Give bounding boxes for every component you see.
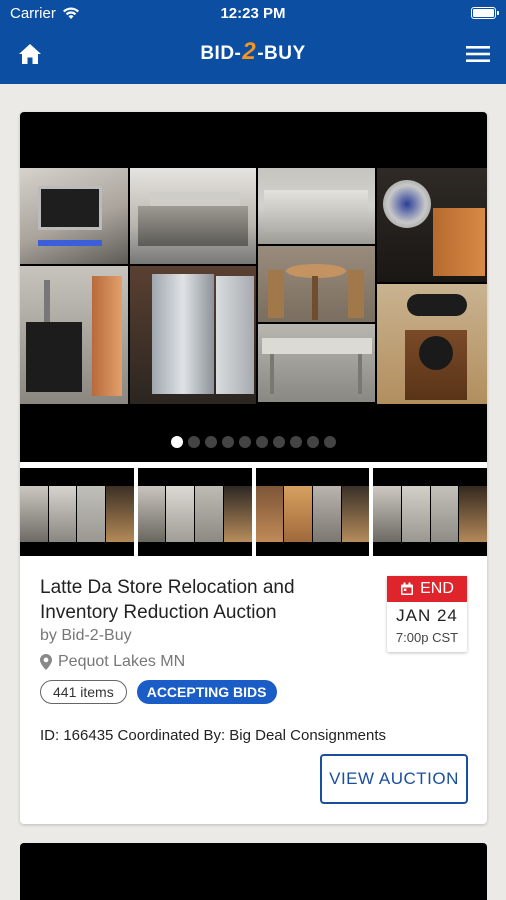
end-label: END (420, 580, 454, 597)
view-auction-button[interactable]: VIEW AUCTION (320, 754, 468, 804)
location-pin-icon (40, 654, 52, 670)
image-carousel[interactable] (20, 112, 487, 462)
carousel-dot-2[interactable] (188, 436, 200, 448)
thumbnail-4[interactable] (373, 468, 487, 556)
photo-column-4 (377, 168, 487, 404)
end-date-box: END JAN 24 7:00p CST (387, 576, 467, 652)
auction-title[interactable]: Latte Da Store Relocation and Inventory … (40, 575, 340, 625)
carousel-dot-5[interactable] (239, 436, 251, 448)
auction-location: Pequot Lakes MN (40, 653, 185, 671)
photo-column-1 (20, 168, 128, 404)
thumbnail-3[interactable] (255, 468, 370, 556)
clock: 12:23 PM (220, 5, 286, 22)
status-badge: ACCEPTING BIDS (136, 680, 277, 704)
photo-column-2 (130, 168, 256, 404)
calendar-icon (401, 582, 414, 595)
hamburger-menu-icon[interactable] (466, 45, 490, 63)
carousel-image[interactable] (20, 168, 487, 404)
next-auction-card[interactable] (20, 843, 487, 900)
carousel-indicators[interactable] (20, 436, 487, 448)
location-label: Pequot Lakes MN (58, 653, 186, 670)
end-time: 7:00p CST (395, 630, 459, 645)
item-count-badge: 441 items (40, 680, 127, 704)
thumbnail-strip[interactable] (20, 468, 487, 556)
logo-text-right: -BUY (257, 43, 306, 64)
auction-seller: by Bid-2-Buy (40, 627, 132, 644)
thumbnail-1[interactable] (20, 468, 134, 556)
logo-text-left: BID- (200, 43, 242, 64)
end-header: END (387, 576, 467, 602)
carousel-dot-7[interactable] (273, 436, 285, 448)
auction-meta: ID: 166435 Coordinated By: Big Deal Cons… (40, 727, 387, 744)
app-header: Carrier 12:23 PM BID-2-BUY (0, 0, 506, 84)
auction-card[interactable]: Latte Da Store Relocation and Inventory … (20, 112, 487, 824)
carousel-dot-9[interactable] (307, 436, 319, 448)
end-date: JAN 24 (387, 606, 467, 626)
carousel-dot-1[interactable] (171, 436, 183, 448)
carousel-dot-8[interactable] (290, 436, 302, 448)
carousel-dot-3[interactable] (205, 436, 217, 448)
auction-badges: 441 items ACCEPTING BIDS (40, 680, 277, 704)
end-month: JAN (396, 606, 432, 625)
carousel-dot-4[interactable] (222, 436, 234, 448)
carousel-dot-10[interactable] (324, 436, 336, 448)
app-logo: BID-2-BUY (0, 38, 506, 66)
end-day: 24 (436, 606, 458, 625)
thumbnail-2[interactable] (137, 468, 252, 556)
photo-column-3 (258, 168, 375, 404)
status-bar: Carrier 12:23 PM (0, 0, 506, 28)
carousel-dot-6[interactable] (256, 436, 268, 448)
logo-text-2: 2 (242, 38, 257, 65)
battery-icon (471, 7, 499, 19)
